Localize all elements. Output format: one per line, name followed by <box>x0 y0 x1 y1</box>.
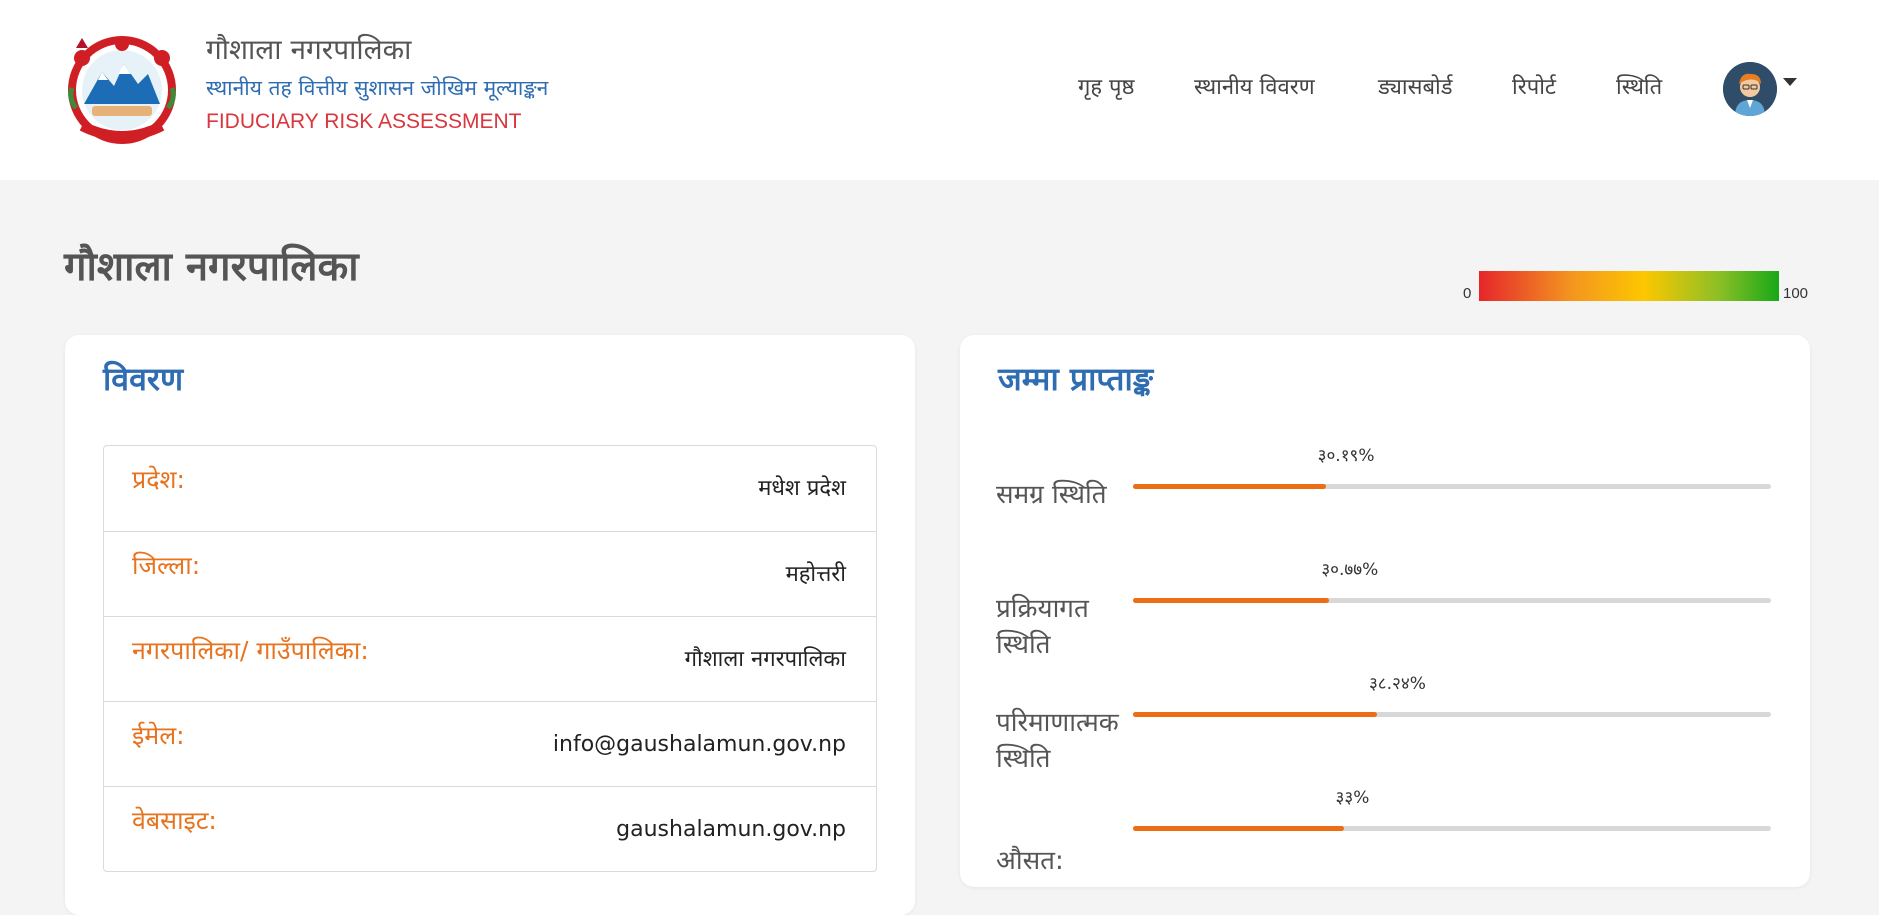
details-card: विवरण प्रदेश: मधेश प्रदेश जिल्ला: महोत्त… <box>65 335 915 915</box>
score-track <box>1133 484 1771 489</box>
score-label: समग्र स्थिति <box>996 480 1107 510</box>
page-title: गौशाला नगरपालिका <box>64 244 359 290</box>
score-track <box>1133 712 1771 717</box>
brand-english-name: FIDUCIARY RISK ASSESSMENT <box>206 110 522 133</box>
score-fill <box>1133 598 1330 603</box>
nav-link-local-details[interactable]: स्थानीय विवरण <box>1194 68 1315 108</box>
nav-link-report[interactable]: रिपोर्ट <box>1512 68 1556 108</box>
score-row-average: ३३% औसत: <box>996 787 1776 887</box>
details-value: गौशाला नगरपालिका <box>684 647 846 672</box>
nav-link-home[interactable]: गृह पृष्ठ <box>1078 68 1135 108</box>
user-avatar[interactable] <box>1723 62 1777 116</box>
details-table: प्रदेश: मधेश प्रदेश जिल्ला: महोत्तरी नगर… <box>103 445 877 872</box>
score-label: औसत: <box>996 846 1064 876</box>
score-percent: ३८.२४% <box>1368 674 1426 694</box>
details-row-province: प्रदेश: मधेश प्रदेश <box>104 446 876 531</box>
score-row-procedural: ३०.७७% प्रक्रियागत स्थिति <box>996 559 1776 660</box>
score-fill <box>1133 826 1344 831</box>
nav-link-dashboard[interactable]: ड्यासबोर्ड <box>1378 68 1453 108</box>
details-value-email[interactable]: info@gaushalamun.gov.np <box>553 728 846 762</box>
details-value-website[interactable]: gaushalamun.gov.np <box>616 813 846 847</box>
nepal-emblem-logo[interactable] <box>62 34 182 146</box>
top-header: गौशाला नगरपालिका स्थानीय तह वित्तीय सुशा… <box>0 0 1879 180</box>
score-label: प्रक्रियागत स्थिति <box>996 594 1089 660</box>
score-track <box>1133 598 1771 603</box>
score-fill <box>1133 484 1326 489</box>
details-row-municipality: नगरपालिका/ गाउँपालिका: गौशाला नगरपालिका <box>104 616 876 701</box>
total-score-card: जम्मा प्राप्ताङ्क ३०.१९% समग्र स्थिति ३०… <box>960 335 1810 887</box>
score-fill <box>1133 712 1377 717</box>
avatar-dropdown-caret-icon[interactable] <box>1783 78 1797 86</box>
details-row-district: जिल्ला: महोत्तरी <box>104 531 876 616</box>
details-label: वेबसाइट: <box>132 806 217 835</box>
scale-max-label: 100 <box>1783 285 1809 302</box>
color-scale-bar <box>1479 271 1779 301</box>
details-label: ईमेल: <box>132 721 185 750</box>
score-row-quantitative: ३८.२४% परिमाणात्मक स्थिति <box>996 673 1776 774</box>
details-row-website: वेबसाइट: gaushalamun.gov.np <box>104 786 876 871</box>
scale-min-label: 0 <box>1463 285 1472 302</box>
details-card-title: विवरण <box>103 360 184 398</box>
score-percent: ३३% <box>1335 788 1370 808</box>
details-value: महोत्तरी <box>785 562 846 587</box>
details-row-email: ईमेल: info@gaushalamun.gov.np <box>104 701 876 786</box>
score-card-title: जम्मा प्राप्ताङ्क <box>998 360 1154 398</box>
score-percent: ३०.१९% <box>1317 446 1375 466</box>
details-value: मधेश प्रदेश <box>758 476 846 501</box>
score-row-overall: ३०.१९% समग्र स्थिति <box>996 445 1776 545</box>
brand-block: गौशाला नगरपालिका स्थानीय तह वित्तीय सुशा… <box>206 30 548 138</box>
brand-title: गौशाला नगरपालिका <box>206 33 412 66</box>
score-track <box>1133 826 1771 831</box>
score-percent: ३०.७७% <box>1321 560 1379 580</box>
details-label: नगरपालिका/ गाउँपालिका: <box>132 636 369 665</box>
brand-subtitle: स्थानीय तह वित्तीय सुशासन जोखिम मूल्याङ्… <box>206 76 549 100</box>
details-label: जिल्ला: <box>132 551 201 580</box>
nav-link-status[interactable]: स्थिति <box>1616 68 1662 108</box>
details-label: प्रदेश: <box>132 465 185 494</box>
score-label: परिमाणात्मक स्थिति <box>996 708 1119 774</box>
